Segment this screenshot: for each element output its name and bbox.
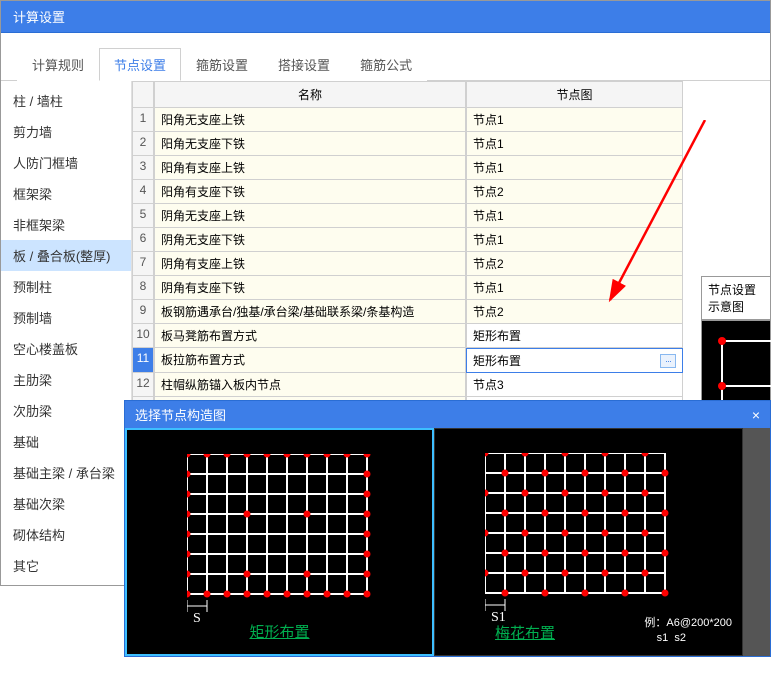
tabs-bar: 计算规则节点设置箍筋设置搭接设置箍筋公式	[1, 39, 770, 81]
cell-name[interactable]: 板拉筋布置方式	[154, 348, 466, 373]
sidebar-item[interactable]: 主肋梁	[1, 364, 131, 395]
sidebar-item[interactable]: 基础	[1, 426, 131, 457]
settings-table: 名称 节点图 1阳角无支座上铁节点12阳角无支座下铁节点13阳角有支座上铁节点1…	[132, 81, 770, 445]
col-header-node: 节点图	[466, 81, 683, 108]
sidebar-item[interactable]: 非框架梁	[1, 209, 131, 240]
sidebar-item[interactable]: 板 / 叠合板(整厚)	[1, 240, 131, 271]
tab-1[interactable]: 节点设置	[99, 48, 181, 81]
cell-node[interactable]: 节点1	[466, 156, 683, 180]
sidebar-item[interactable]: 砌体结构	[1, 519, 131, 550]
cell-node[interactable]: 节点1	[466, 276, 683, 300]
tab-0[interactable]: 计算规则	[17, 48, 99, 81]
sidebar-item[interactable]: 其它	[1, 550, 131, 581]
row-number[interactable]: 12	[132, 373, 154, 397]
sidebar-item[interactable]: 预制柱	[1, 271, 131, 302]
close-icon[interactable]: ×	[752, 407, 760, 423]
window-title: 计算设置	[1, 1, 770, 33]
row-number[interactable]: 1	[132, 108, 154, 132]
layout-option[interactable]: S1S2梅花布置例：A6@200*200 s1 s2	[434, 428, 743, 656]
cell-node[interactable]: 矩形布置	[466, 324, 683, 348]
row-number[interactable]: 8	[132, 276, 154, 300]
cell-name[interactable]: 阴角无支座下铁	[154, 228, 466, 252]
node-diagram-dialog: 选择节点构造图 × SS矩形布置S1S2梅花布置例：A6@200*200 s1 …	[124, 400, 771, 657]
example-text: 例：A6@200*200 s1 s2	[644, 616, 732, 645]
option-caption: 梅花布置	[495, 622, 555, 643]
preview-panel-title: 节点设置示意图	[701, 276, 771, 320]
sidebar-item[interactable]: 剪力墙	[1, 116, 131, 147]
row-number[interactable]: 6	[132, 228, 154, 252]
cell-node[interactable]: 节点3	[466, 373, 683, 397]
tab-3[interactable]: 搭接设置	[263, 48, 345, 81]
sidebar-item[interactable]: 柱 / 墙柱	[1, 85, 131, 116]
row-number[interactable]: 4	[132, 180, 154, 204]
col-header-name: 名称	[154, 81, 466, 108]
cell-name[interactable]: 阳角无支座上铁	[154, 108, 466, 132]
row-number[interactable]: 2	[132, 132, 154, 156]
cell-node[interactable]: 节点2	[466, 252, 683, 276]
sidebar-item[interactable]: 空心楼盖板	[1, 333, 131, 364]
cell-node[interactable]: 节点1	[466, 132, 683, 156]
cell-node[interactable]: 节点1	[466, 204, 683, 228]
sidebar: 柱 / 墙柱剪力墙人防门框墙框架梁非框架梁板 / 叠合板(整厚)预制柱预制墙空心…	[1, 81, 132, 585]
tab-2[interactable]: 箍筋设置	[181, 48, 263, 81]
row-number[interactable]: 5	[132, 204, 154, 228]
cell-name[interactable]: 阳角无支座下铁	[154, 132, 466, 156]
tab-4[interactable]: 箍筋公式	[345, 48, 427, 81]
cell-node[interactable]: 节点1	[466, 228, 683, 252]
sidebar-item[interactable]: 基础主梁 / 承台梁	[1, 457, 131, 488]
row-number[interactable]: 3	[132, 156, 154, 180]
sidebar-item[interactable]: 框架梁	[1, 178, 131, 209]
more-icon[interactable]: ···	[660, 354, 676, 368]
cell-node[interactable]: 节点1	[466, 108, 683, 132]
col-header-index	[132, 81, 154, 108]
cell-node[interactable]: 节点2	[466, 300, 683, 324]
row-number[interactable]: 10	[132, 324, 154, 348]
cell-name[interactable]: 阴角有支座上铁	[154, 252, 466, 276]
layout-option[interactable]: SS矩形布置	[125, 428, 434, 656]
cell-name[interactable]: 板钢筋遇承台/独基/承台梁/基础联系梁/条基构造	[154, 300, 466, 324]
cell-node[interactable]: 节点2	[466, 180, 683, 204]
cell-name[interactable]: 柱帽纵筋锚入板内节点	[154, 373, 466, 397]
cell-name[interactable]: 板马凳筋布置方式	[154, 324, 466, 348]
cell-name[interactable]: 阴角无支座上铁	[154, 204, 466, 228]
cell-name[interactable]: 阳角有支座下铁	[154, 180, 466, 204]
option-caption: 矩形布置	[127, 621, 432, 642]
cell-node[interactable]: 矩形布置···	[466, 348, 683, 373]
row-number[interactable]: 7	[132, 252, 154, 276]
sidebar-item[interactable]: 预制墙	[1, 302, 131, 333]
cell-name[interactable]: 阴角有支座下铁	[154, 276, 466, 300]
row-number[interactable]: 11	[132, 348, 154, 373]
cell-name[interactable]: 阳角有支座上铁	[154, 156, 466, 180]
dialog-title: 选择节点构造图	[135, 405, 226, 424]
sidebar-item[interactable]: 次肋梁	[1, 395, 131, 426]
sidebar-item[interactable]: 基础次梁	[1, 488, 131, 519]
sidebar-item[interactable]: 人防门框墙	[1, 147, 131, 178]
row-number[interactable]: 9	[132, 300, 154, 324]
